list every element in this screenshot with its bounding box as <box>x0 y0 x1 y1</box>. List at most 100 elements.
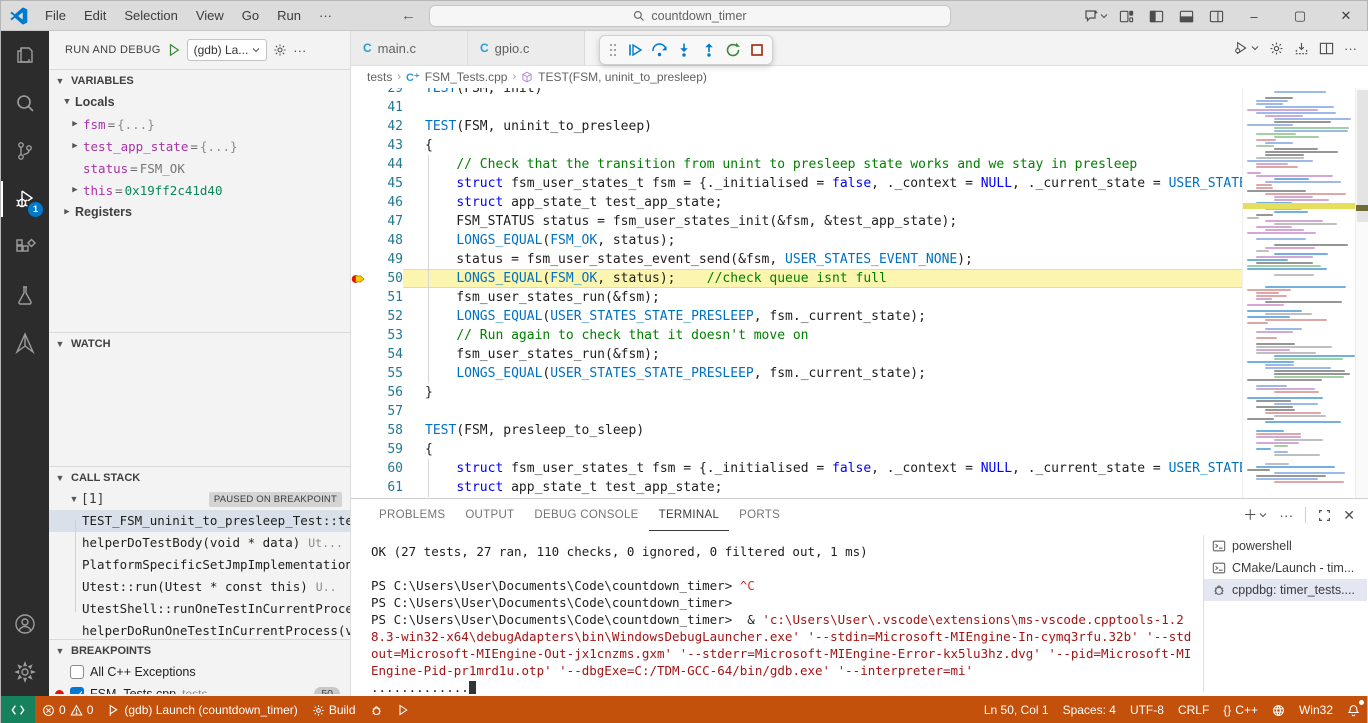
step-into-icon[interactable] <box>676 42 692 58</box>
code-line[interactable]: 53 // Run again to check that it doesn't… <box>351 326 1242 345</box>
breakpoint-checkbox[interactable] <box>70 665 84 679</box>
breakpoint-margin[interactable] <box>351 269 369 288</box>
debug-settings-gear-icon[interactable] <box>273 43 287 57</box>
callstack-frame[interactable]: Utest::run(Utest * const this)U.. <box>49 576 350 598</box>
expand-chevron-icon[interactable]: ▶ <box>69 119 81 129</box>
sidebar-item-search[interactable] <box>1 79 49 127</box>
launch-config-dropdown[interactable]: (gdb) La... <box>187 39 268 61</box>
code-line[interactable]: 44 // Check that the transition from uni… <box>351 155 1242 174</box>
variable-row[interactable]: ▶fsm = {...} <box>49 113 350 135</box>
menu-edit[interactable]: Edit <box>75 5 115 27</box>
tray-download-icon[interactable] <box>1294 41 1309 56</box>
command-center-search[interactable]: countdown_timer <box>429 5 951 27</box>
sidebar-item-cmake[interactable] <box>1 319 49 367</box>
settings-gear-icon[interactable] <box>1 648 49 696</box>
code-line[interactable]: 60 struct fsm_user_states_t fsm = {._ini… <box>351 459 1242 478</box>
breakpoint-margin[interactable] <box>351 440 369 459</box>
terminal-list-item[interactable]: cppdbg: timer_tests.... <box>1204 579 1367 601</box>
breadcrumb-folder[interactable]: tests <box>367 70 392 84</box>
debug-bug-button[interactable] <box>363 696 390 723</box>
breakpoint-margin[interactable] <box>351 174 369 193</box>
callstack-frame[interactable]: TEST_FSM_uninit_to_presleep_Test::tes <box>49 510 350 532</box>
toggle-sidebar-icon[interactable] <box>1143 5 1169 27</box>
breakpoint-row[interactable]: FSM_Tests.cpptests50 <box>49 683 350 694</box>
code-line[interactable]: 58TEST(FSM, presleep_to_sleep) <box>351 421 1242 440</box>
panel-tab-debug-console[interactable]: DEBUG CONSOLE <box>524 500 648 531</box>
run-task-button[interactable] <box>390 696 416 723</box>
code-line[interactable]: 43{ <box>351 136 1242 155</box>
code-editor[interactable]: 29TEST(FSM, init)4142TEST(FSM, uninit_to… <box>351 88 1242 498</box>
code-line[interactable]: 46 struct app_state_t test_app_state; <box>351 193 1242 212</box>
callstack-thread[interactable]: ▼[1] PAUSED ON BREAKPOINT <box>49 488 350 510</box>
expand-chevron-icon[interactable]: ▶ <box>69 185 81 195</box>
code-line[interactable]: 52 LONGS_EQUAL(USER_STATES_STATE_PRESLEE… <box>351 307 1242 326</box>
indentation-status[interactable]: Spaces: 4 <box>1056 696 1123 723</box>
code-line[interactable]: 42TEST(FSM, uninit_to_presleep) <box>351 117 1242 136</box>
minimize-button[interactable]: – <box>1233 1 1275 31</box>
breakpoint-margin[interactable] <box>351 307 369 326</box>
callstack-frame[interactable]: PlatformSpecificSetJmpImplementation( <box>49 554 350 576</box>
callstack-frame[interactable]: helperDoRunOneTestInCurrentProcess(vc <box>49 620 350 639</box>
code-line[interactable]: 45 struct fsm_user_states_t fsm = {._ini… <box>351 174 1242 193</box>
scrollbar-slider[interactable] <box>1357 90 1368 222</box>
new-terminal-icon[interactable]: ＋ <box>1243 505 1267 525</box>
code-line[interactable]: 54 fsm_user_states_run(&fsm); <box>351 345 1242 364</box>
code-line[interactable]: 50 LONGS_EQUAL(FSM_OK, status); //check … <box>351 269 1242 288</box>
variable-row[interactable]: ▶this = 0x19ff2c41d40 <box>49 179 350 201</box>
eol-status[interactable]: CRLF <box>1171 696 1216 723</box>
toggle-panel-icon[interactable] <box>1173 5 1199 27</box>
remote-indicator[interactable] <box>1 696 35 723</box>
terminal-list-item[interactable]: powershell <box>1204 535 1367 557</box>
breakpoints-header[interactable]: ▼BREAKPOINTS <box>49 639 350 661</box>
breakpoint-margin[interactable] <box>351 193 369 212</box>
code-line[interactable]: 47 FSM_STATUS status = fsm_user_states_i… <box>351 212 1242 231</box>
panel-tab-terminal[interactable]: TERMINAL <box>649 500 730 531</box>
run-debug-dropdown-icon[interactable] <box>1233 40 1259 56</box>
maximize-panel-icon[interactable] <box>1318 509 1331 522</box>
registers-group[interactable]: ▶Registers <box>49 201 350 223</box>
problems-status[interactable]: 0 0 <box>35 696 100 723</box>
editor-gear-icon[interactable] <box>1269 41 1284 56</box>
breakpoint-margin[interactable] <box>351 136 369 155</box>
sidebar-item-extensions[interactable] <box>1 223 49 271</box>
editor-scrollbar[interactable] <box>1355 88 1368 498</box>
restart-icon[interactable] <box>725 42 741 58</box>
locals-group[interactable]: ▼Locals <box>49 91 350 113</box>
split-editor-icon[interactable] <box>1319 41 1334 56</box>
code-line[interactable]: 29TEST(FSM, init) <box>351 88 1242 98</box>
panel-tab-ports[interactable]: PORTS <box>729 500 790 531</box>
continue-icon[interactable] <box>627 42 643 58</box>
tab-gpio-c[interactable]: Cgpio.c <box>468 31 585 65</box>
menu-go[interactable]: Go <box>233 5 268 27</box>
breakpoint-margin[interactable] <box>351 212 369 231</box>
panel-more-actions-icon[interactable]: ··· <box>1279 507 1293 523</box>
toolbar-grip-icon[interactable] <box>608 43 618 57</box>
menu-run[interactable]: Run <box>268 5 310 27</box>
breadcrumb-file[interactable]: FSM_Tests.cpp <box>425 70 508 84</box>
breakpoint-margin[interactable] <box>351 478 369 497</box>
breakpoint-margin[interactable] <box>351 421 369 440</box>
close-button[interactable]: ✕ <box>1325 1 1367 31</box>
terminal-list-item[interactable]: CMake/Launch - tim... <box>1204 557 1367 579</box>
code-line[interactable]: 55 LONGS_EQUAL(USER_STATES_STATE_PRESLEE… <box>351 364 1242 383</box>
breakpoint-margin[interactable] <box>351 231 369 250</box>
panel-tab-output[interactable]: OUTPUT <box>455 500 524 531</box>
variable-row[interactable]: status = FSM_OK <box>49 157 350 179</box>
debug-launch-status[interactable]: (gdb) Launch (countdown_timer) <box>100 696 304 723</box>
panel-tab-problems[interactable]: PROBLEMS <box>369 500 455 531</box>
sidebar-item-explorer[interactable] <box>1 31 49 79</box>
start-debug-icon[interactable] <box>167 43 181 57</box>
editor-more-actions-icon[interactable]: ··· <box>1344 41 1357 56</box>
breakpoint-margin[interactable] <box>351 88 369 98</box>
breakpoint-margin[interactable] <box>351 98 369 117</box>
maximize-button[interactable]: ▢ <box>1279 1 1321 31</box>
breakpoint-margin[interactable] <box>351 117 369 136</box>
code-line[interactable]: 59{ <box>351 440 1242 459</box>
breakpoint-margin[interactable] <box>351 288 369 307</box>
sidebar-item-run-and-debug[interactable]: 1 <box>1 175 49 223</box>
code-line[interactable]: 49 status = fsm_user_states_event_send(&… <box>351 250 1242 269</box>
language-mode-status[interactable]: {}C++ <box>1216 696 1265 723</box>
sidebar-item-source-control[interactable] <box>1 127 49 175</box>
sidebar-item-testing[interactable] <box>1 271 49 319</box>
extension-grid-icon[interactable] <box>1265 696 1292 723</box>
